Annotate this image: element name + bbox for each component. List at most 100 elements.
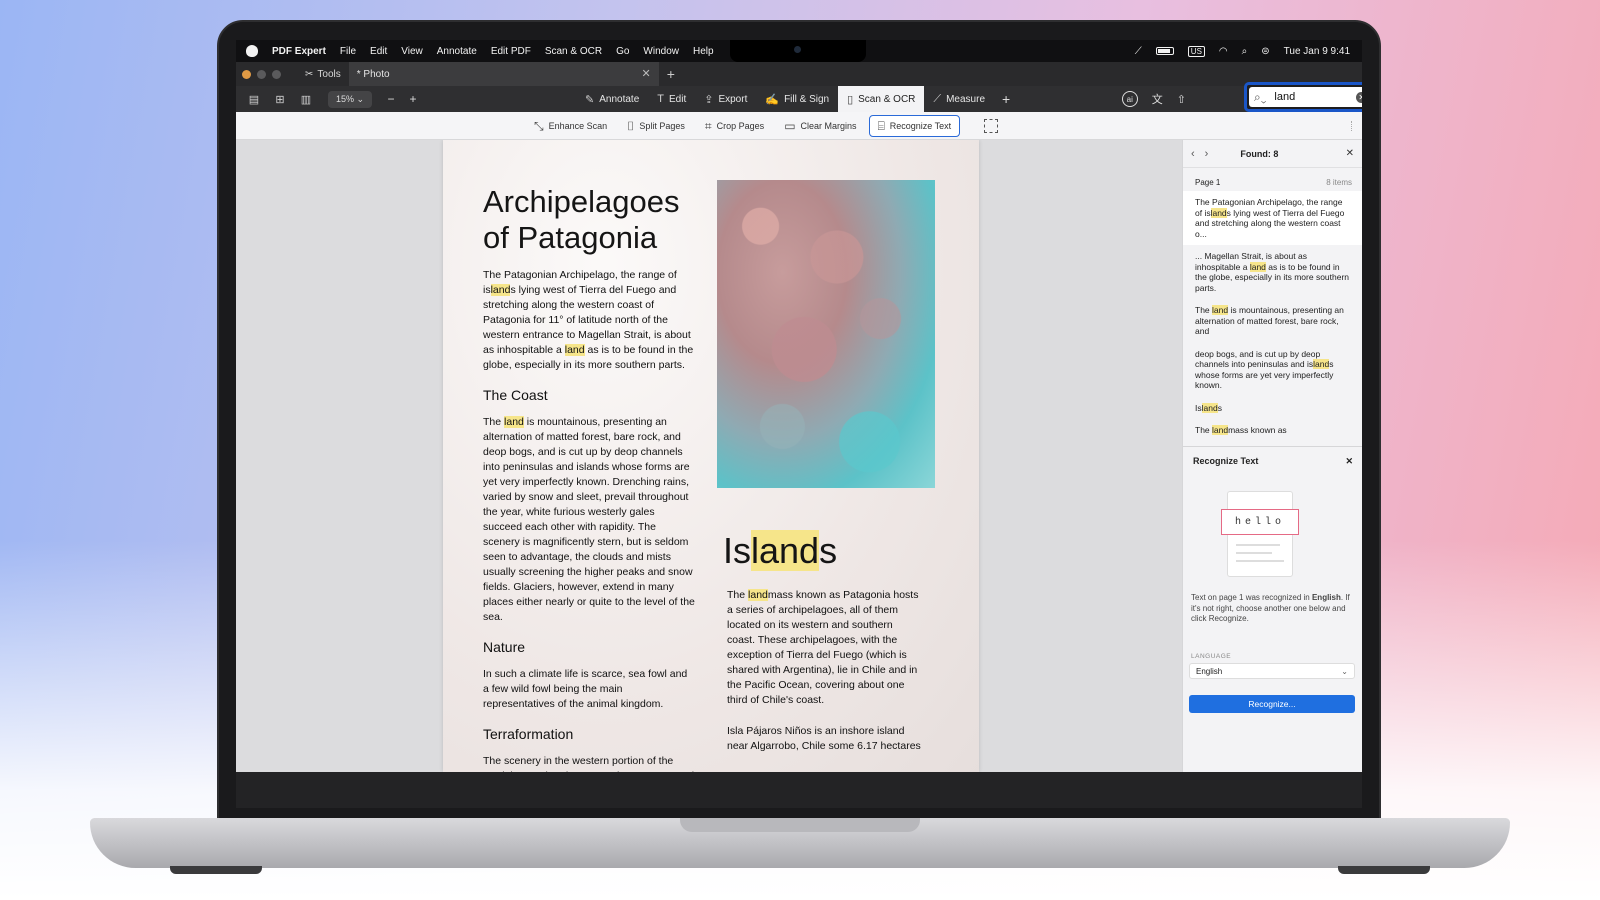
mode-label: Measure (946, 93, 985, 105)
mode-label: Annotate (599, 93, 640, 105)
minimize-window-button[interactable] (257, 69, 266, 79)
zoom-select[interactable]: 15% ⌄ (328, 90, 373, 108)
wifi-icon[interactable]: ◠ (1219, 46, 1228, 57)
search-input[interactable] (1274, 91, 1353, 103)
menu-file[interactable]: File (340, 46, 356, 57)
close-tab-icon[interactable]: ✕ (642, 67, 651, 80)
pdf-page[interactable]: Archipelagoes of Patagonia The Patagonia… (443, 140, 979, 772)
close-recognize-panel-icon[interactable]: ✕ (1345, 456, 1353, 467)
ocr-text-icon: ⌸ (877, 118, 885, 133)
terraformation-paragraph: The scenery in the western portion of th… (483, 755, 694, 772)
add-mode-button[interactable]: + (994, 91, 1018, 107)
language-select[interactable]: English ⌄ (1189, 663, 1355, 679)
previous-result-icon[interactable]: ‹ (1191, 148, 1195, 160)
close-window-button[interactable] (242, 69, 251, 79)
crop-pages-button[interactable]: ⌗ Crop Pages (697, 115, 772, 137)
sidebar-toggle-icon[interactable]: ▤ (246, 92, 262, 106)
laptop-bezel-bottom (236, 772, 1362, 808)
menu-scan-ocr[interactable]: Scan & OCR (545, 46, 602, 57)
menu-annotate[interactable]: Annotate (437, 46, 477, 57)
tab-photo-document[interactable]: * Photo ✕ (348, 62, 659, 86)
search-result-item[interactable]: deop bogs, and is cut up by deop channel… (1183, 343, 1362, 397)
pen-icon: ✎ (585, 93, 595, 106)
search-result-item[interactable]: The landmass known as (1183, 419, 1362, 442)
tool-label: Enhance Scan (548, 121, 608, 131)
page-margins-icon: ▭ (784, 119, 796, 133)
search-result-item[interactable]: The land is mountainous, presenting an a… (1183, 299, 1362, 343)
document-title: Archipelagoes of Patagonia (483, 184, 695, 256)
coast-paragraph: The land is mountainous, presenting an a… (483, 415, 695, 625)
close-find-icon[interactable]: ✕ (1346, 148, 1354, 159)
search-result-item[interactable]: The Patagonian Archipelago, the range of… (1183, 191, 1362, 245)
tool-label: Split Pages (639, 121, 685, 131)
input-source-badge[interactable]: US (1187, 45, 1205, 57)
mode-fill-sign[interactable]: ✍ Fill & Sign (756, 86, 838, 112)
share-icon[interactable]: ⇧ (1177, 93, 1186, 106)
search-match: land (490, 284, 511, 296)
zoom-out-button[interactable]: − (382, 91, 400, 107)
toolbar-grip-handle[interactable] (1351, 121, 1354, 131)
language-value: English (1196, 666, 1223, 676)
language-label: LANGUAGE (1191, 653, 1232, 660)
recognize-text-panel: Recognize Text ✕ hello Text on page 1 wa… (1183, 446, 1362, 772)
search-results-list: The Patagonian Archipelago, the range of… (1183, 191, 1362, 455)
search-icon[interactable]: ⌕⌄ (1254, 90, 1266, 105)
illustration-line (1236, 544, 1280, 546)
laptop-opening-notch (680, 818, 920, 832)
clear-search-icon[interactable]: ✕ (1356, 91, 1362, 103)
menu-app-name[interactable]: PDF Expert (272, 46, 326, 57)
mode-annotate[interactable]: ✎ Annotate (576, 86, 648, 112)
zoom-window-button[interactable] (272, 69, 281, 79)
mode-label: Scan & OCR (858, 93, 916, 105)
document-tab-bar: ✂ Tools * Photo ✕ + (236, 62, 1362, 86)
new-tab-button[interactable]: + (667, 66, 675, 82)
control-center-icon[interactable]: ⊜ (1261, 46, 1269, 57)
mode-export[interactable]: ⇪ Export (695, 86, 756, 112)
heading-terraformation: Terraformation (483, 726, 574, 742)
thumbnails-icon[interactable]: ⊞ (272, 92, 288, 106)
next-result-icon[interactable]: › (1205, 148, 1209, 160)
menu-clock[interactable]: Tue Jan 9 9:41 (1284, 46, 1350, 57)
zoom-in-button[interactable]: + (404, 91, 422, 107)
found-count: Found: 8 (1240, 148, 1279, 159)
find-results-header: ‹ › Found: 8 ✕ (1183, 140, 1362, 168)
battery-icon[interactable] (1155, 47, 1174, 55)
tab-tools[interactable]: ✂ Tools (297, 62, 349, 86)
recognize-button[interactable]: Recognize... (1189, 695, 1355, 713)
ai-assistant-icon[interactable]: ai (1121, 91, 1138, 107)
laptop-screen: PDF Expert File Edit View Annotate Edit … (236, 40, 1362, 772)
menu-help[interactable]: Help (693, 46, 714, 57)
menu-edit-pdf[interactable]: Edit PDF (491, 46, 531, 57)
spotlight-search-icon[interactable]: ⌕ (1242, 46, 1248, 57)
area-select-icon[interactable] (984, 119, 999, 133)
heading-the-coast: The Coast (483, 387, 548, 403)
menu-go[interactable]: Go (616, 46, 629, 57)
search-result-item[interactable]: ... Magellan Strait, is about as inhospi… (1183, 245, 1362, 299)
right-sidebar: ‹ › Found: 8 ✕ Page 1 8 items The Patago… (1182, 140, 1362, 772)
apple-menu-icon[interactable] (246, 45, 258, 57)
menu-window[interactable]: Window (643, 46, 679, 57)
mode-measure[interactable]: ⟋ Measure (924, 86, 994, 112)
text-run: The (1195, 305, 1213, 315)
menu-view[interactable]: View (401, 46, 423, 57)
mode-scan-ocr[interactable]: ▯ Scan & OCR (838, 86, 925, 112)
enhance-scan-button[interactable]: ⤡ Enhance Scan (526, 115, 615, 137)
window-controls (242, 69, 281, 79)
mute-icon[interactable]: ⟋ (1135, 46, 1142, 57)
menu-edit[interactable]: Edit (370, 46, 387, 57)
mode-label: Edit (669, 93, 687, 105)
page-layout-icon[interactable]: ▥ (298, 92, 314, 106)
title-line-1: Archipelagoes (483, 184, 680, 219)
tab-doc-label: * Photo (356, 68, 390, 80)
text-run: Is (1195, 402, 1202, 413)
results-page-label: Page 1 (1195, 178, 1221, 187)
clear-margins-button[interactable]: ▭ Clear Margins (776, 115, 864, 137)
document-canvas[interactable]: Archipelagoes of Patagonia The Patagonia… (236, 140, 1182, 772)
translate-icon[interactable]: 文 (1152, 91, 1163, 107)
illustration-line (1236, 552, 1272, 554)
search-result-item[interactable]: Islands (1183, 397, 1362, 420)
split-pages-button[interactable]: ⌷ Split Pages (619, 115, 693, 137)
zoom-buttons: − + (382, 91, 422, 107)
recognize-text-button[interactable]: ⌸ Recognize Text (868, 115, 961, 137)
mode-edit[interactable]: T Edit (648, 86, 695, 112)
